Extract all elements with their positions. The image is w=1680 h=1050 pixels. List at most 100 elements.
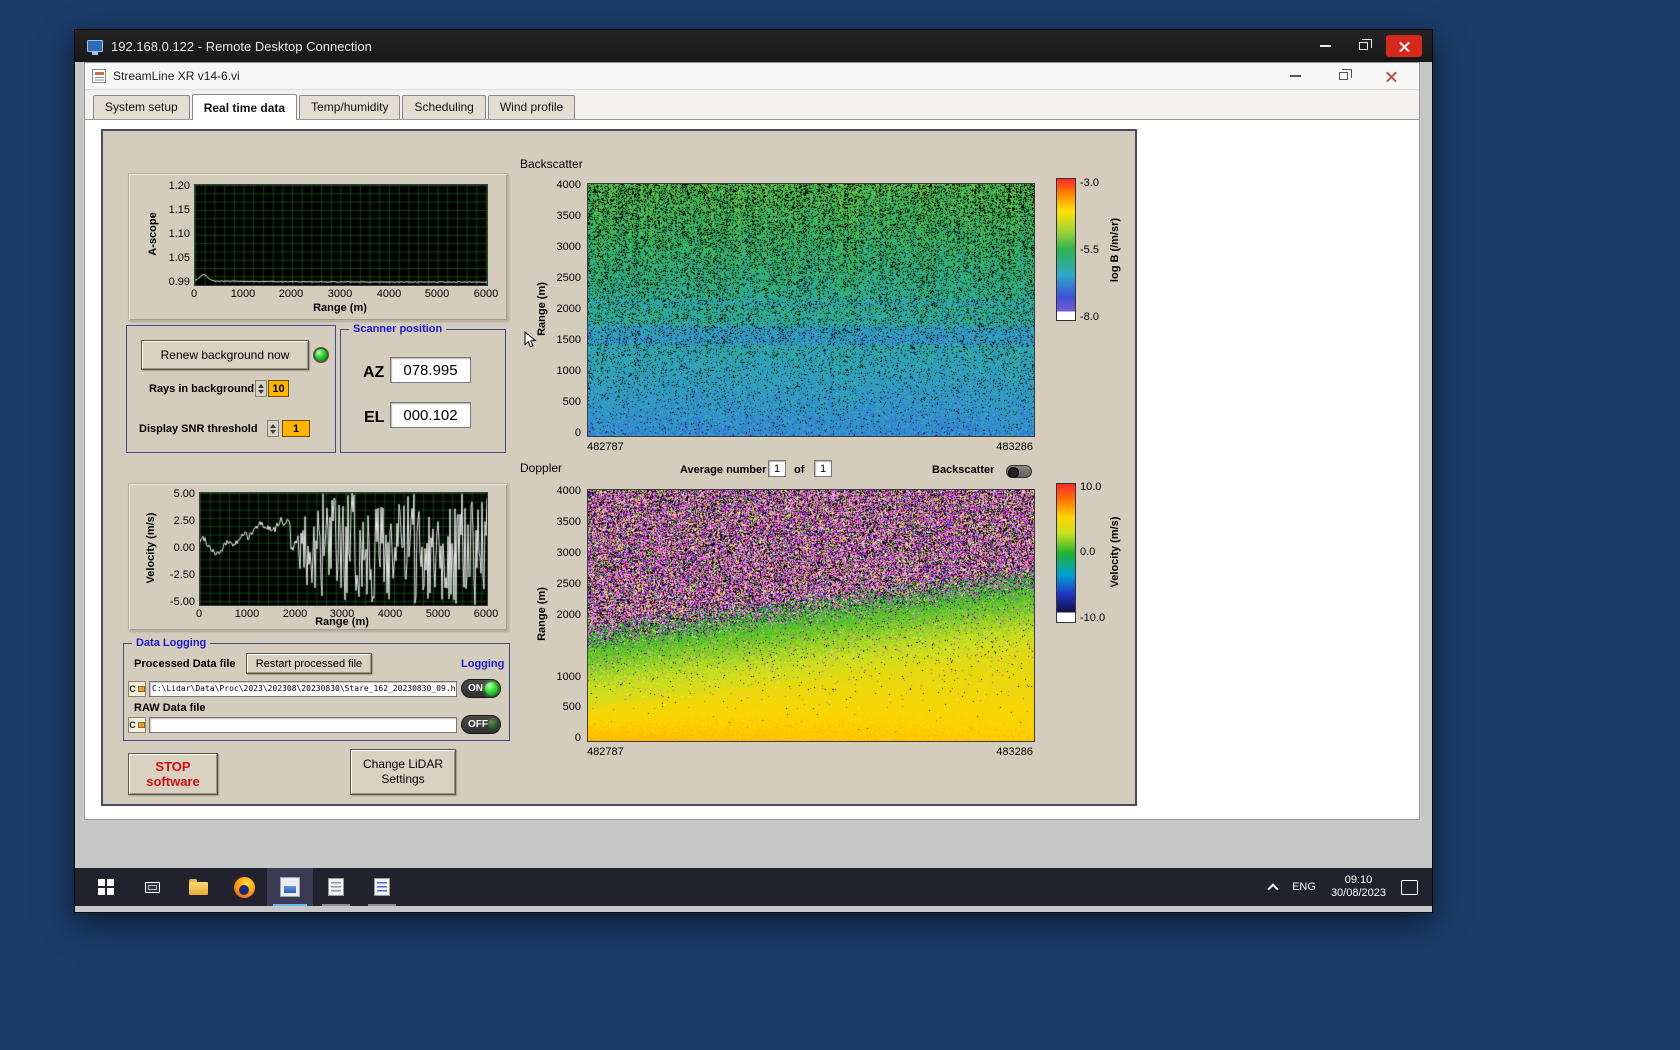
stepper-down-icon [270,429,276,434]
backscatter-ytick: 2000 [556,303,581,315]
backscatter-title: Backscatter [520,157,583,171]
minimize-icon [1289,75,1301,77]
ascope-ytick: 0.99 [168,276,190,288]
rdp-minimize-button[interactable] [1310,35,1340,57]
backscatter-colorbar [1056,178,1076,321]
az-value-field[interactable]: 078.995 [390,357,471,383]
average-count-field[interactable]: 1 [814,460,832,477]
rdp-titlebar[interactable]: 192.168.0.122 - Remote Desktop Connectio… [75,30,1432,62]
restart-processed-file-button[interactable]: Restart processed file [246,653,372,674]
backscatter-cbtick: -5.5 [1080,244,1099,256]
app-icon [92,69,106,83]
action-center-icon[interactable] [1401,879,1418,895]
backscatter-cbtick: -8.0 [1080,311,1099,323]
rdp-restore-button[interactable] [1348,35,1378,57]
velocity-ytick: 0.00 [173,542,195,554]
raw-logging-toggle[interactable]: OFF [461,715,501,734]
ascope-xtick: 6000 [473,288,499,300]
doppler-xtick-left: 482787 [587,746,624,758]
tab-temp-humidity[interactable]: Temp/humidity [299,95,401,119]
logging-off-led [488,718,498,731]
doppler-cbtick: 10.0 [1080,481,1102,493]
doppler-cbtick: 0.0 [1080,546,1096,558]
ascope-ytick: 1.20 [168,180,190,192]
processed-drive-button[interactable]: C [128,681,146,697]
el-label: EL [364,409,385,426]
taskbar: ENG 09:10 30/08/2023 [75,868,1432,906]
velocity-ytick: 5.00 [173,488,195,500]
backscatter-ytick: 3500 [556,210,581,222]
start-button[interactable] [83,868,129,906]
system-tray: ENG 09:10 30/08/2023 [1267,868,1432,906]
streamline-app-icon [280,877,300,897]
backscatter-ytick: 500 [562,396,581,408]
app-taskbar-button-2[interactable] [313,868,359,906]
processed-data-file-path[interactable]: C:\Lidar\Data\Proc\2023\202308\20230830\… [149,681,457,697]
stepper-down-icon [258,389,264,394]
app-close-button[interactable] [1381,67,1401,85]
velocity-ytick: 2.50 [173,515,195,527]
firefox-button[interactable] [221,868,267,906]
file-explorer-button[interactable] [175,868,221,906]
backscatter-xtick-left: 482787 [587,441,624,453]
scanner-position-group: Scanner position AZ 078.995 EL 000.102 [340,323,506,453]
ascope-xtick: 5000 [424,288,450,300]
rdp-window: 192.168.0.122 - Remote Desktop Connectio… [75,30,1432,912]
close-icon [1386,71,1397,82]
rays-in-background-label: Rays in background [149,383,255,395]
doppler-ytick: 4000 [556,485,581,497]
background-controls-group: Renew background now Rays in background … [126,325,336,453]
stop-software-button[interactable]: STOP software [128,753,218,795]
backscatter-ytick: 4000 [556,179,581,191]
tab-real-time-data[interactable]: Real time data [191,94,298,120]
velocity-ytick: -2.50 [169,569,195,581]
data-logging-group: Data Logging Processed Data file Restart… [123,637,510,741]
mouse-cursor [524,331,537,348]
backscatter-ytick: 2500 [556,272,581,284]
velocity-x-axis-label: Range (m) [315,616,369,628]
backscatter-heatmap-canvas [587,183,1035,437]
tab-wind-profile[interactable]: Wind profile [487,95,576,119]
processed-logging-toggle[interactable]: ON [461,679,501,698]
snr-stepper[interactable] [267,420,279,437]
snr-threshold-field[interactable]: 1 [282,420,310,437]
task-view-button[interactable] [129,868,175,906]
language-indicator[interactable]: ENG [1292,881,1316,893]
streamline-taskbar-button[interactable] [267,868,313,906]
app-minimize-button[interactable] [1285,67,1305,85]
average-number-field[interactable]: 1 [768,460,786,477]
taskbar-clock[interactable]: 09:10 30/08/2023 [1331,874,1386,900]
backscatter-ytick: 3000 [556,241,581,253]
of-label: of [794,464,805,476]
stop-line: software [146,774,200,789]
minimize-icon [1319,45,1331,47]
folder-icon [188,879,208,895]
rdp-close-button[interactable] [1386,35,1422,57]
tab-scheduling[interactable]: Scheduling [402,95,486,119]
data-logging-title: Data Logging [132,637,211,649]
ascope-ytick: 1.10 [168,228,190,240]
change-lidar-settings-button[interactable]: Change LiDAR Settings [350,749,456,795]
app-taskbar-button-3[interactable] [359,868,405,906]
velocity-graph: Velocity (m/s) 5.00 2.50 0.00 -2.50 -5.0… [128,483,508,631]
streamline-window: StreamLine XR v14-6.vi System setup Real… [84,62,1420,820]
backscatter-ytick: 1500 [556,334,581,346]
ascope-xtick: 3000 [327,288,353,300]
velocity-xtick: 2000 [282,608,308,620]
doppler-colorbar-label: Velocity (m/s) [1109,516,1121,588]
raw-drive-button[interactable]: C [128,717,146,733]
renew-background-button[interactable]: Renew background now [141,340,309,370]
drive-letter: C [129,720,136,730]
raw-data-file-path[interactable] [149,717,457,733]
doppler-cbtick: -10.0 [1080,612,1106,624]
rays-stepper[interactable] [255,380,267,397]
hidden-icons-chevron-icon[interactable] [1267,882,1279,895]
app-restore-button[interactable] [1333,67,1353,85]
app-titlebar[interactable]: StreamLine XR v14-6.vi [85,63,1419,90]
renew-led-indicator [313,347,329,363]
change-line: Change LiDAR [362,757,444,771]
el-value-field[interactable]: 000.102 [390,402,471,428]
tab-system-setup[interactable]: System setup [93,95,190,119]
rays-in-background-field[interactable]: 10 [268,380,289,397]
backscatter-doppler-toggle[interactable] [1006,465,1032,478]
